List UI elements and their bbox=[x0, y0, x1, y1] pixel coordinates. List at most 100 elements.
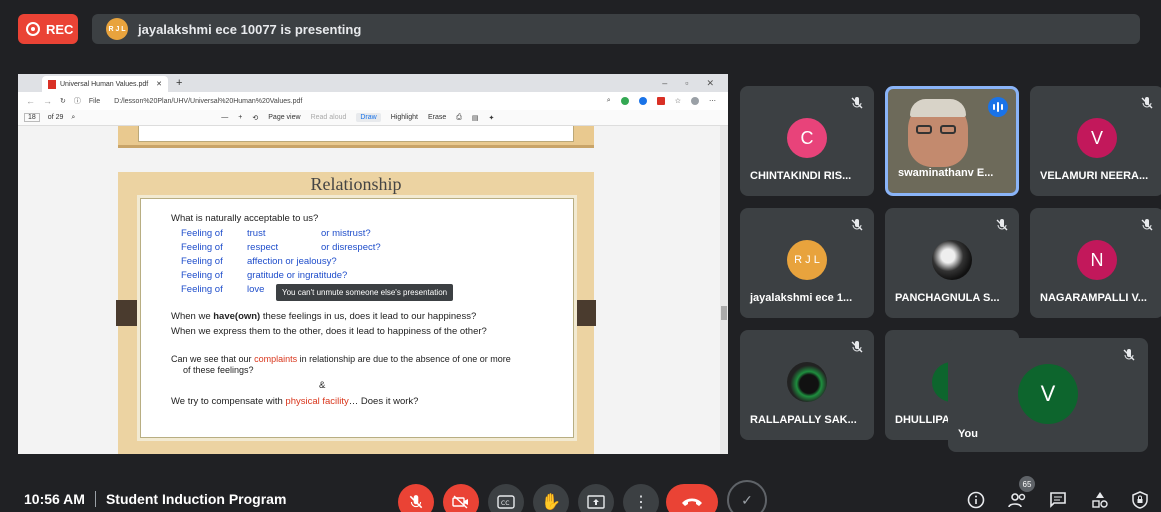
maximize-icon[interactable]: ▫ bbox=[685, 78, 688, 89]
mic-off-icon bbox=[851, 219, 863, 231]
extension-icon[interactable] bbox=[656, 97, 665, 105]
page-view-button[interactable]: Page view bbox=[268, 114, 300, 121]
people-icon bbox=[1008, 493, 1026, 508]
feeling-label: Feeling of bbox=[181, 270, 223, 281]
reload-icon[interactable]: ↻ bbox=[60, 97, 66, 105]
leave-call-button[interactable] bbox=[666, 484, 718, 512]
print-icon[interactable]: ⎙ bbox=[456, 114, 462, 122]
present-screen-button[interactable] bbox=[578, 484, 614, 512]
present-icon bbox=[587, 495, 605, 509]
mic-toggle-button[interactable] bbox=[398, 484, 434, 512]
page-number-input[interactable]: 18 bbox=[24, 113, 40, 122]
feeling-value: affection or jealousy? bbox=[247, 256, 337, 267]
slide-line: of these feelings? bbox=[183, 365, 254, 375]
erase-button[interactable]: Erase bbox=[428, 114, 446, 121]
highlight-button[interactable]: Highlight bbox=[391, 114, 418, 121]
info-icon bbox=[967, 491, 985, 509]
chat-button[interactable] bbox=[1046, 488, 1070, 512]
camera-toggle-button[interactable] bbox=[443, 484, 479, 512]
participant-name: jayalakshmi ece 1... bbox=[750, 292, 853, 304]
mic-off-icon bbox=[851, 97, 863, 109]
self-tile[interactable]: V You bbox=[948, 338, 1148, 452]
window-controls: – ▫ ✕ bbox=[662, 78, 728, 89]
host-controls-button[interactable] bbox=[1128, 488, 1152, 512]
raise-hand-button[interactable]: ✋ bbox=[533, 484, 569, 512]
participant-tile[interactable]: C CHINTAKINDI RIS... bbox=[740, 86, 874, 196]
extension-icon[interactable] bbox=[620, 97, 629, 105]
profile-icon[interactable] bbox=[691, 97, 699, 105]
record-icon bbox=[26, 22, 40, 36]
participant-name: PANCHAGNULA S... bbox=[895, 292, 1000, 304]
recording-badge: REC bbox=[18, 14, 78, 44]
search-icon[interactable]: ⌕ bbox=[71, 114, 75, 122]
self-label: You bbox=[958, 428, 978, 440]
participant-name: CHINTAKINDI RIS... bbox=[750, 170, 852, 182]
star-icon[interactable]: ☆ bbox=[675, 97, 681, 105]
slide-question: What is naturally acceptable to us? bbox=[171, 213, 319, 224]
rec-label: REC bbox=[46, 21, 74, 37]
captions-icon: CC bbox=[497, 495, 515, 509]
minimize-icon[interactable]: – bbox=[662, 78, 667, 89]
feeling-value: respect bbox=[247, 242, 279, 253]
slide-line: We try to compensate with physical facil… bbox=[171, 396, 419, 407]
shapes-icon bbox=[1092, 492, 1108, 508]
presenter-avatar: R J L bbox=[106, 18, 128, 40]
activity-button[interactable]: ✓ bbox=[727, 480, 767, 512]
meeting-info: 10:56 AM Student Induction Program bbox=[24, 491, 286, 507]
participant-name: VELAMURI NEERA... bbox=[1040, 170, 1149, 182]
feeling-value: trust bbox=[247, 228, 266, 239]
hand-icon: ✋ bbox=[541, 494, 561, 511]
save-icon[interactable]: ▤ bbox=[472, 114, 479, 122]
activities-button[interactable] bbox=[1088, 488, 1112, 512]
speaking-indicator-icon bbox=[988, 97, 1008, 117]
back-icon[interactable]: ← bbox=[26, 96, 35, 106]
feeling-value: gratitude or ingratitude? bbox=[247, 270, 348, 281]
zoom-icon[interactable]: ⌕ bbox=[607, 97, 611, 105]
url-prefix: File bbox=[88, 97, 101, 105]
feeling-label: Feeling of bbox=[181, 284, 223, 295]
browser-extensions: ⌕ ☆ ⋯ bbox=[607, 97, 728, 105]
pin-icon[interactable]: ✦ bbox=[489, 114, 495, 122]
pdf-tools: — + ⟲ Page view Read aloud Draw Highligh… bbox=[221, 113, 494, 122]
camera-off-icon bbox=[452, 495, 468, 509]
feeling-label: Feeling of bbox=[181, 228, 223, 239]
extension-icon[interactable] bbox=[638, 97, 647, 105]
info-icon[interactable]: ⓘ bbox=[74, 96, 81, 106]
captions-button[interactable]: CC bbox=[488, 484, 524, 512]
more-icon[interactable]: ⋯ bbox=[709, 97, 716, 105]
meeting-details-button[interactable] bbox=[964, 488, 988, 512]
new-tab-icon[interactable]: + bbox=[176, 77, 182, 89]
scrollbar[interactable] bbox=[720, 126, 728, 454]
slide-ampersand: & bbox=[319, 380, 326, 391]
participant-tile[interactable]: PANCHAGNULA S... bbox=[885, 208, 1019, 318]
close-tab-icon[interactable]: ✕ bbox=[156, 80, 162, 88]
zoom-in-icon[interactable]: + bbox=[238, 114, 242, 121]
read-aloud-button[interactable]: Read aloud bbox=[311, 114, 347, 121]
participant-tile[interactable]: N NAGARAMPALLI V... bbox=[1030, 208, 1161, 318]
mic-off-icon bbox=[996, 219, 1008, 231]
participant-name: NAGARAMPALLI V... bbox=[1040, 292, 1147, 304]
participant-avatar: R J L bbox=[787, 240, 827, 280]
forward-icon[interactable]: → bbox=[43, 96, 52, 106]
browser-tabstrip: Universal Human Values.pdf ✕ + – ▫ ✕ bbox=[18, 74, 728, 92]
participant-tile[interactable]: V VELAMURI NEERA... bbox=[1030, 86, 1161, 196]
zoom-out-icon[interactable]: — bbox=[221, 114, 228, 121]
mic-off-icon bbox=[1141, 219, 1153, 231]
participant-photo bbox=[932, 240, 972, 280]
url-field[interactable]: D:/lesson%20Plan/UHV/Universal%20Human%2… bbox=[114, 98, 302, 105]
page-total: of 29 bbox=[47, 114, 64, 121]
participant-tile[interactable]: swaminathanv E... bbox=[885, 86, 1019, 196]
shared-screen: Universal Human Values.pdf ✕ + – ▫ ✕ ← →… bbox=[18, 74, 728, 454]
participant-avatar: V bbox=[1077, 118, 1117, 158]
participant-tile[interactable]: RALLAPALLY SAK... bbox=[740, 330, 874, 440]
draw-button[interactable]: Draw bbox=[356, 113, 381, 122]
close-window-icon[interactable]: ✕ bbox=[706, 78, 714, 89]
slide-content: What is naturally acceptable to us? Feel… bbox=[137, 195, 577, 441]
mic-off-icon bbox=[1141, 97, 1153, 109]
participant-tile[interactable]: R J L jayalakshmi ece 1... bbox=[740, 208, 874, 318]
unmute-tooltip: You can't unmute someone else's presenta… bbox=[276, 284, 454, 301]
more-options-button[interactable]: ⋮ bbox=[623, 484, 659, 512]
rotate-icon[interactable]: ⟲ bbox=[252, 114, 258, 122]
browser-tab[interactable]: Universal Human Values.pdf ✕ bbox=[42, 76, 168, 92]
mic-off-icon bbox=[1123, 349, 1135, 361]
